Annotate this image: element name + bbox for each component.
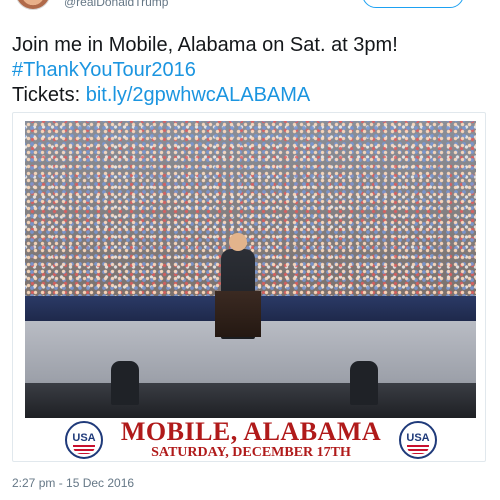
agent-figure — [111, 361, 139, 405]
follow-button[interactable] — [362, 0, 464, 8]
tweet-timestamp[interactable]: 2:27 pm - 15 Dec 2016 — [12, 476, 134, 490]
tweet-header: @realDonaldTrump — [0, 0, 500, 14]
seal-text: USA — [72, 432, 96, 444]
event-title: MOBILE, ALABAMA — [120, 417, 382, 446]
user-handle[interactable]: @realDonaldTrump — [64, 0, 168, 9]
stage-front — [25, 383, 476, 418]
usa-seal-icon: USA — [65, 421, 103, 459]
event-banner: USA MOBILE, ALABAMA SATURDAY, DECEMBER 1… — [25, 418, 476, 461]
hashtag-link[interactable]: #ThankYouTour2016 — [12, 58, 488, 83]
tickets-line: Tickets: bit.ly/2gpwhwcALABAMA — [12, 83, 488, 108]
agent-figure — [350, 361, 378, 405]
tweet-text-line: Join me in Mobile, Alabama on Sat. at 3p… — [12, 34, 398, 56]
usa-seal-icon: USA — [399, 421, 437, 459]
tweet-text: Join me in Mobile, Alabama on Sat. at 3p… — [12, 33, 488, 108]
seal-text: USA — [406, 432, 430, 444]
media-card[interactable]: USA MOBILE, ALABAMA SATURDAY, DECEMBER 1… — [12, 112, 486, 462]
avatar[interactable] — [15, 0, 51, 10]
podium — [215, 291, 261, 337]
speaker-head — [229, 233, 247, 251]
event-date: SATURDAY, DECEMBER 17TH — [151, 445, 351, 460]
seal-stripes — [73, 445, 95, 454]
tickets-label: Tickets: — [12, 84, 86, 106]
rally-photo — [25, 121, 476, 418]
seal-stripes — [407, 445, 429, 454]
tickets-link[interactable]: bit.ly/2gpwhwcALABAMA — [86, 84, 311, 106]
